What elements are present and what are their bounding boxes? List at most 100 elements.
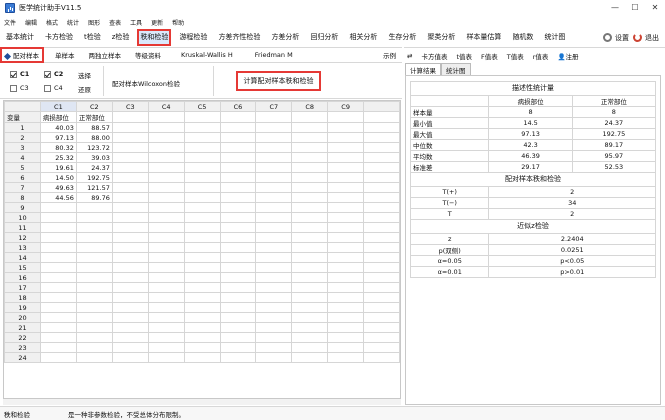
grid-cell[interactable]: 40.03 [39,122,77,133]
row-header[interactable]: 1 [4,122,41,133]
grid-cell[interactable] [111,232,149,243]
toolbar-stat-chart[interactable]: 统计图 [543,31,566,44]
grid-cell[interactable] [147,242,185,253]
subtab-paired-samples[interactable]: 配对样本 [0,47,44,63]
grid-cell[interactable] [291,202,329,213]
grid-cell[interactable] [291,292,329,303]
toolbar-anova[interactable]: 方差分析 [270,31,300,44]
grid-cell[interactable] [219,222,257,233]
column-header[interactable]: C9 [327,101,365,112]
grid-cell[interactable] [327,132,365,143]
grid-cell[interactable] [255,142,293,153]
grid-cell[interactable] [39,302,77,313]
grid-cell[interactable]: 123.72 [75,142,113,153]
grid-cell[interactable] [363,212,400,223]
toolbar-correlation[interactable]: 相关分析 [348,31,378,44]
subtab-two-independent[interactable]: 两独立样本 [89,50,122,60]
grid-cell[interactable] [219,272,257,283]
grid-cell[interactable] [147,252,185,263]
grid-cell[interactable] [147,162,185,173]
grid-cell[interactable] [255,182,293,193]
grid-cell[interactable] [291,212,329,223]
grid-cell[interactable] [291,242,329,253]
grid-cell[interactable] [219,111,257,123]
grid-cell[interactable] [327,192,365,203]
grid-cell[interactable] [291,142,329,153]
grid-cell[interactable] [363,142,400,153]
grid-cell[interactable] [219,332,257,343]
grid-cell[interactable]: 正常部位 [75,111,113,123]
grid-cell[interactable] [255,342,293,353]
grid-cell[interactable] [327,292,365,303]
grid-cell[interactable] [147,302,185,313]
grid-cell[interactable] [291,322,329,333]
grid-cell[interactable]: 88.00 [75,132,113,143]
grid-cell[interactable] [39,292,77,303]
grid-cell[interactable] [363,352,400,363]
grid-cell[interactable] [111,262,149,273]
grid-cell[interactable] [183,111,221,123]
grid-cell[interactable] [219,312,257,323]
grid-cell[interactable] [255,252,293,263]
grid-cell[interactable] [147,202,185,213]
row-header[interactable]: 5 [4,162,41,173]
grid-cell[interactable] [147,272,185,283]
grid-cell[interactable] [363,132,400,143]
grid-cell[interactable] [147,192,185,203]
grid-cell[interactable] [147,262,185,273]
grid-cell[interactable] [111,212,149,223]
row-header[interactable]: 7 [4,182,41,193]
row-header[interactable]: 10 [4,212,41,223]
grid-cell[interactable] [363,292,400,303]
grid-cell[interactable] [111,352,149,363]
grid-cell[interactable] [39,342,77,353]
grid-cell[interactable] [147,352,185,363]
grid-cell[interactable] [219,352,257,363]
grid-cell[interactable]: 39.03 [75,152,113,163]
grid-cell[interactable] [183,232,221,243]
grid-cell[interactable] [255,352,293,363]
grid-cell[interactable] [219,322,257,333]
grid-cell[interactable] [39,332,77,343]
grid-cell[interactable] [147,142,185,153]
menu-update[interactable]: 更新 [151,18,163,27]
grid-cell[interactable] [39,312,77,323]
grid-cell[interactable]: 44.56 [39,192,77,203]
row-header[interactable]: 4 [4,152,41,163]
checkbox-c3[interactable]: C3 [10,84,29,92]
toolbar-runs-test[interactable]: 游程检验 [178,31,208,44]
row-header[interactable]: 2 [4,132,41,143]
calculate-button[interactable]: 计算配对样本秩和检验 [236,71,321,91]
menu-edit[interactable]: 编辑 [25,18,37,27]
grid-cell[interactable] [147,172,185,183]
grid-cell[interactable] [39,352,77,363]
grid-cell[interactable] [75,202,113,213]
grid-cell[interactable] [327,252,365,263]
grid-cell[interactable] [75,322,113,333]
grid-cell[interactable] [183,202,221,213]
grid-cell[interactable] [183,322,221,333]
row-header[interactable]: 6 [4,172,41,183]
menu-file[interactable]: 文件 [4,18,16,27]
maximize-button[interactable]: ☐ [625,0,645,16]
grid-cell[interactable] [327,352,365,363]
grid-cell[interactable] [327,262,365,273]
grid-cell[interactable] [111,252,149,263]
grid-cell[interactable] [219,202,257,213]
grid-cell[interactable]: 89.76 [75,192,113,203]
grid-cell[interactable] [39,322,77,333]
grid-cell[interactable] [291,152,329,163]
grid-cell[interactable] [111,111,149,123]
subtab-one-sample[interactable]: 单样本 [55,50,75,60]
row-header[interactable]: 12 [4,232,41,243]
grid-cell[interactable] [75,292,113,303]
toolbar-sample-size[interactable]: 样本量估算 [465,31,502,44]
grid-cell[interactable] [327,222,365,233]
grid-cell[interactable] [219,162,257,173]
grid-cell[interactable] [75,252,113,263]
column-header[interactable]: C6 [219,101,257,112]
grid-cell[interactable] [75,222,113,233]
column-header[interactable]: C2 [75,101,113,112]
row-header[interactable]: 23 [4,342,41,353]
grid-cell[interactable] [75,272,113,283]
